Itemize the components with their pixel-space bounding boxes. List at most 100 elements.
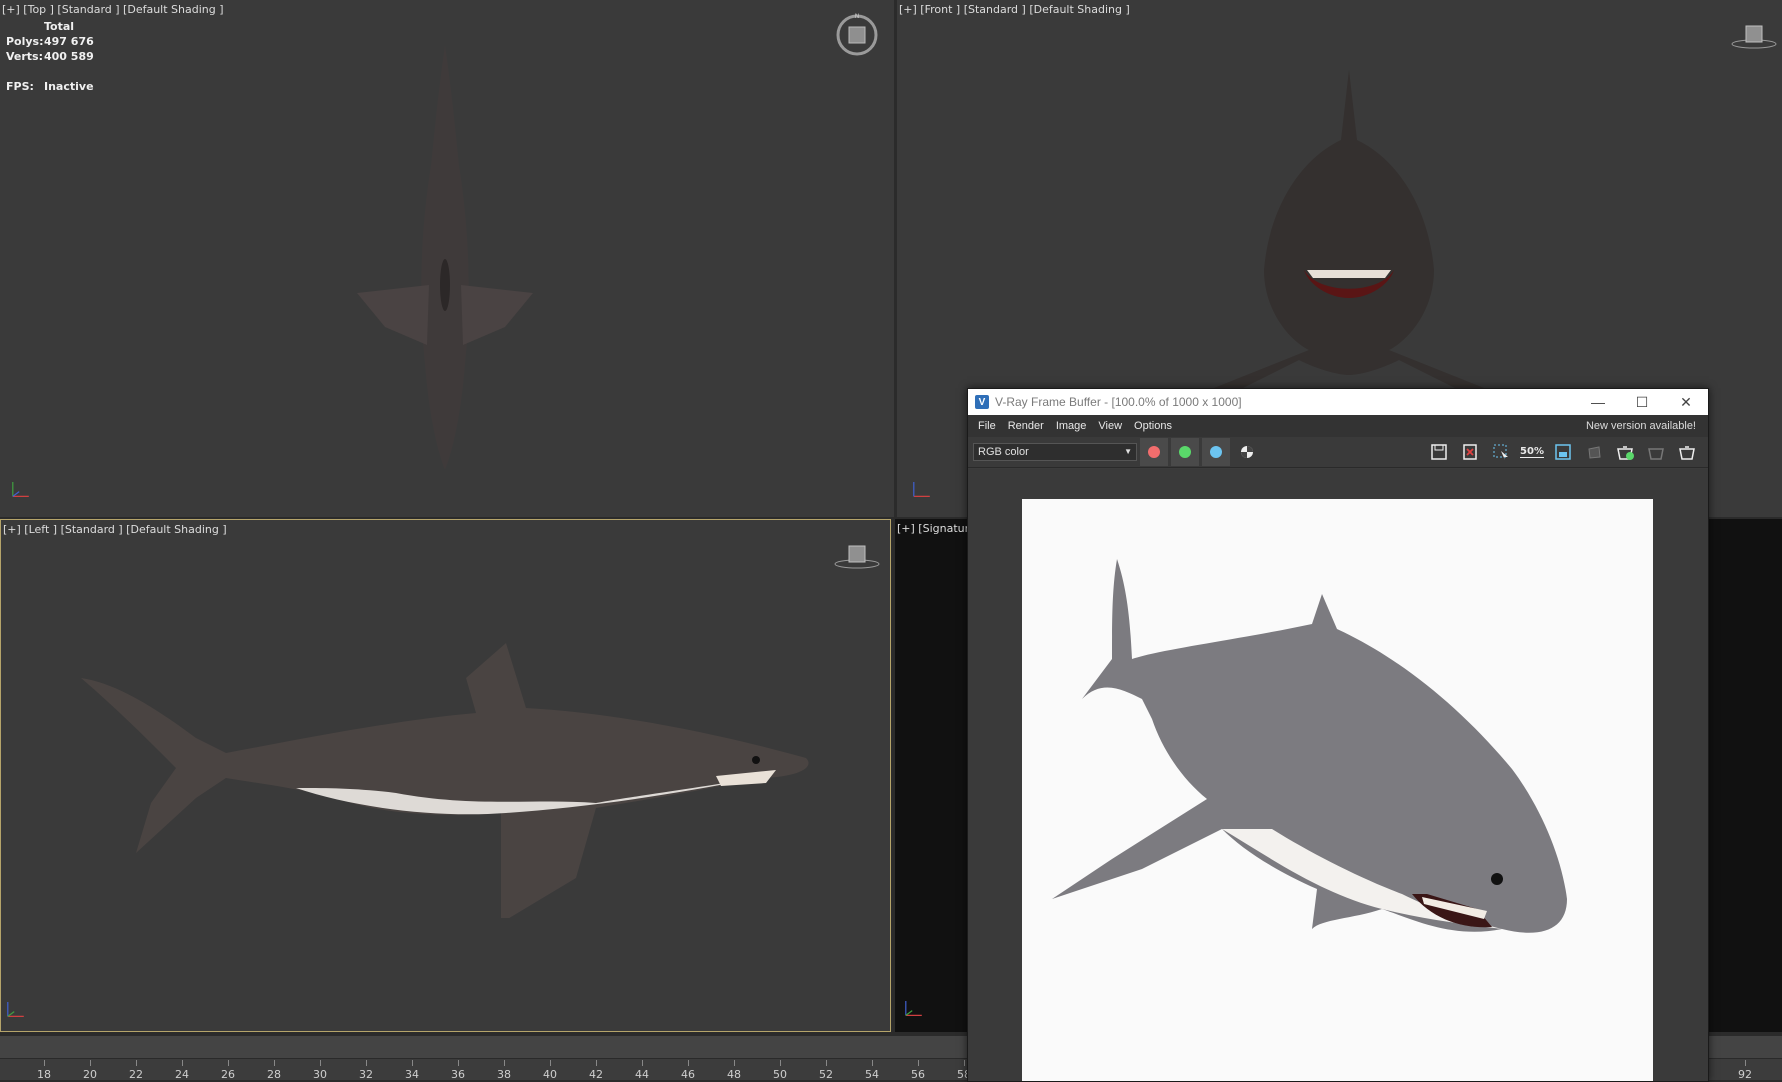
menu-view[interactable]: View bbox=[1098, 420, 1122, 432]
timeline-tick-label: 34 bbox=[405, 1068, 419, 1081]
axis-gizmo-icon bbox=[905, 1001, 922, 1016]
vray-frame-buffer-window[interactable]: V V-Ray Frame Buffer - [100.0% of 1000 x… bbox=[967, 388, 1709, 1082]
timeline-tick bbox=[44, 1060, 45, 1066]
timeline-tick bbox=[550, 1060, 551, 1066]
timeline-tick bbox=[274, 1060, 275, 1066]
channel-select-value: RGB color bbox=[978, 446, 1029, 458]
timeline-tick-label: 26 bbox=[221, 1068, 235, 1081]
shark-model-side-view[interactable] bbox=[76, 638, 816, 918]
menu-render[interactable]: Render bbox=[1008, 420, 1044, 432]
stats-polys-label: Polys: bbox=[6, 35, 44, 48]
vfb-title: V-Ray Frame Buffer - [100.0% of 1000 x 1… bbox=[995, 395, 1242, 409]
timeline-tick bbox=[826, 1060, 827, 1066]
green-channel-toggle[interactable] bbox=[1171, 438, 1199, 466]
vfb-menu-bar: File Render Image View Options New versi… bbox=[968, 415, 1708, 437]
timeline-tick-label: 22 bbox=[129, 1068, 143, 1081]
timeline-tick-label: 40 bbox=[543, 1068, 557, 1081]
stats-polys-value: 497 676 bbox=[44, 35, 94, 48]
red-channel-toggle[interactable] bbox=[1140, 438, 1168, 466]
timeline-tick-label: 18 bbox=[37, 1068, 51, 1081]
chevron-down-icon: ▼ bbox=[1124, 447, 1132, 456]
timeline-tick-label: 36 bbox=[451, 1068, 465, 1081]
timeline-tick-label: 50 bbox=[773, 1068, 787, 1081]
timeline-tick bbox=[458, 1060, 459, 1066]
timeline-tick-label: 44 bbox=[635, 1068, 649, 1081]
stats-fps-label: FPS: bbox=[6, 80, 34, 93]
zoom-50-icon[interactable]: 50% bbox=[1519, 439, 1545, 465]
green-channel-icon bbox=[1179, 446, 1191, 458]
vfb-toolbar: RGB color ▼ 50% bbox=[968, 437, 1708, 468]
close-button[interactable]: ✕ bbox=[1664, 389, 1708, 415]
scene-stats: Total Polys: 497 676 Verts: 400 589 FPS: In… bbox=[6, 19, 94, 94]
stats-total-label: Total bbox=[44, 20, 75, 33]
vfb-image-area[interactable] bbox=[968, 469, 1708, 1081]
timeline-tick bbox=[136, 1060, 137, 1066]
timeline-tick bbox=[412, 1060, 413, 1066]
rendered-shark-image bbox=[1052, 559, 1567, 933]
timeline-tick-label: 32 bbox=[359, 1068, 373, 1081]
stats-verts-value: 400 589 bbox=[44, 50, 94, 63]
minimize-button[interactable]: — bbox=[1576, 389, 1620, 415]
stop-render-teapot-icon[interactable] bbox=[1643, 439, 1669, 465]
viewport-front-label[interactable]: [+] [Front ] [Standard ] [Default Shadin… bbox=[899, 3, 1130, 16]
timeline-tick bbox=[596, 1060, 597, 1066]
timeline-tick-label: 54 bbox=[865, 1068, 879, 1081]
timeline-tick-label: 20 bbox=[83, 1068, 97, 1081]
vfb-title-bar[interactable]: V V-Ray Frame Buffer - [100.0% of 1000 x… bbox=[968, 389, 1708, 415]
viewcube-icon[interactable] bbox=[1730, 22, 1778, 50]
timeline-tick-label: 28 bbox=[267, 1068, 281, 1081]
new-version-notice[interactable]: New version available! bbox=[1586, 420, 1696, 432]
blue-channel-toggle[interactable] bbox=[1202, 438, 1230, 466]
timeline-tick bbox=[688, 1060, 689, 1066]
interactive-render-teapot-icon[interactable] bbox=[1674, 439, 1700, 465]
maximize-button[interactable]: ☐ bbox=[1620, 389, 1664, 415]
alpha-channel-toggle[interactable] bbox=[1233, 438, 1261, 466]
timeline-tick bbox=[366, 1060, 367, 1066]
blue-channel-icon bbox=[1210, 446, 1222, 458]
timeline-tick bbox=[780, 1060, 781, 1066]
save-image-icon[interactable] bbox=[1426, 439, 1452, 465]
viewcube-compass-icon[interactable]: N bbox=[834, 12, 880, 58]
red-channel-icon bbox=[1148, 446, 1160, 458]
viewport-left[interactable]: [+] [Left ] [Standard ] [Default Shading… bbox=[0, 519, 891, 1032]
timeline-tick-label: 46 bbox=[681, 1068, 695, 1081]
axis-gizmo-icon bbox=[7, 1002, 24, 1017]
timeline-tick bbox=[872, 1060, 873, 1066]
shark-model-front-view[interactable] bbox=[1189, 70, 1509, 390]
timeline-tick bbox=[642, 1060, 643, 1066]
timeline-tick bbox=[90, 1060, 91, 1066]
channel-select[interactable]: RGB color ▼ bbox=[973, 443, 1137, 461]
clear-image-icon[interactable] bbox=[1457, 439, 1483, 465]
viewport-top-label[interactable]: [+] [Top ] [Standard ] [Default Shading … bbox=[2, 3, 224, 16]
viewport-top[interactable]: [+] [Top ] [Standard ] [Default Shading … bbox=[0, 0, 894, 517]
axis-gizmo-icon bbox=[913, 482, 930, 497]
svg-text:N: N bbox=[855, 13, 860, 20]
menu-options[interactable]: Options bbox=[1134, 420, 1172, 432]
region-render-icon[interactable] bbox=[1488, 439, 1514, 465]
timeline-tick bbox=[734, 1060, 735, 1066]
timeline-tick-label: 42 bbox=[589, 1068, 603, 1081]
alpha-channel-icon bbox=[1241, 446, 1253, 458]
viewport-left-label[interactable]: [+] [Left ] [Standard ] [Default Shading… bbox=[3, 523, 227, 536]
menu-image[interactable]: Image bbox=[1056, 420, 1087, 432]
region-icon[interactable] bbox=[1550, 439, 1576, 465]
shark-model-top-view[interactable] bbox=[355, 45, 535, 470]
menu-file[interactable]: File bbox=[978, 420, 996, 432]
timeline-tick bbox=[1745, 1060, 1746, 1066]
timeline-tick bbox=[964, 1060, 965, 1066]
viewport-camera-label[interactable]: [+] [Signature bbox=[897, 522, 976, 535]
timeline-tick-label: 30 bbox=[313, 1068, 327, 1081]
timeline-tick bbox=[320, 1060, 321, 1066]
track-mouse-icon[interactable] bbox=[1581, 439, 1607, 465]
timeline-tick bbox=[182, 1060, 183, 1066]
viewcube-icon[interactable] bbox=[833, 542, 881, 570]
timeline-tick-label: 24 bbox=[175, 1068, 189, 1081]
timeline-tick-label: 48 bbox=[727, 1068, 741, 1081]
timeline-tick-label: 38 bbox=[497, 1068, 511, 1081]
timeline-tick-label: 92 bbox=[1738, 1068, 1752, 1081]
vray-logo-icon: V bbox=[975, 395, 989, 409]
zoom-50-label: 50% bbox=[1520, 446, 1544, 458]
rendered-image[interactable] bbox=[1022, 499, 1653, 1081]
render-teapot-icon[interactable] bbox=[1612, 439, 1638, 465]
timeline-tick-label: 56 bbox=[911, 1068, 925, 1081]
